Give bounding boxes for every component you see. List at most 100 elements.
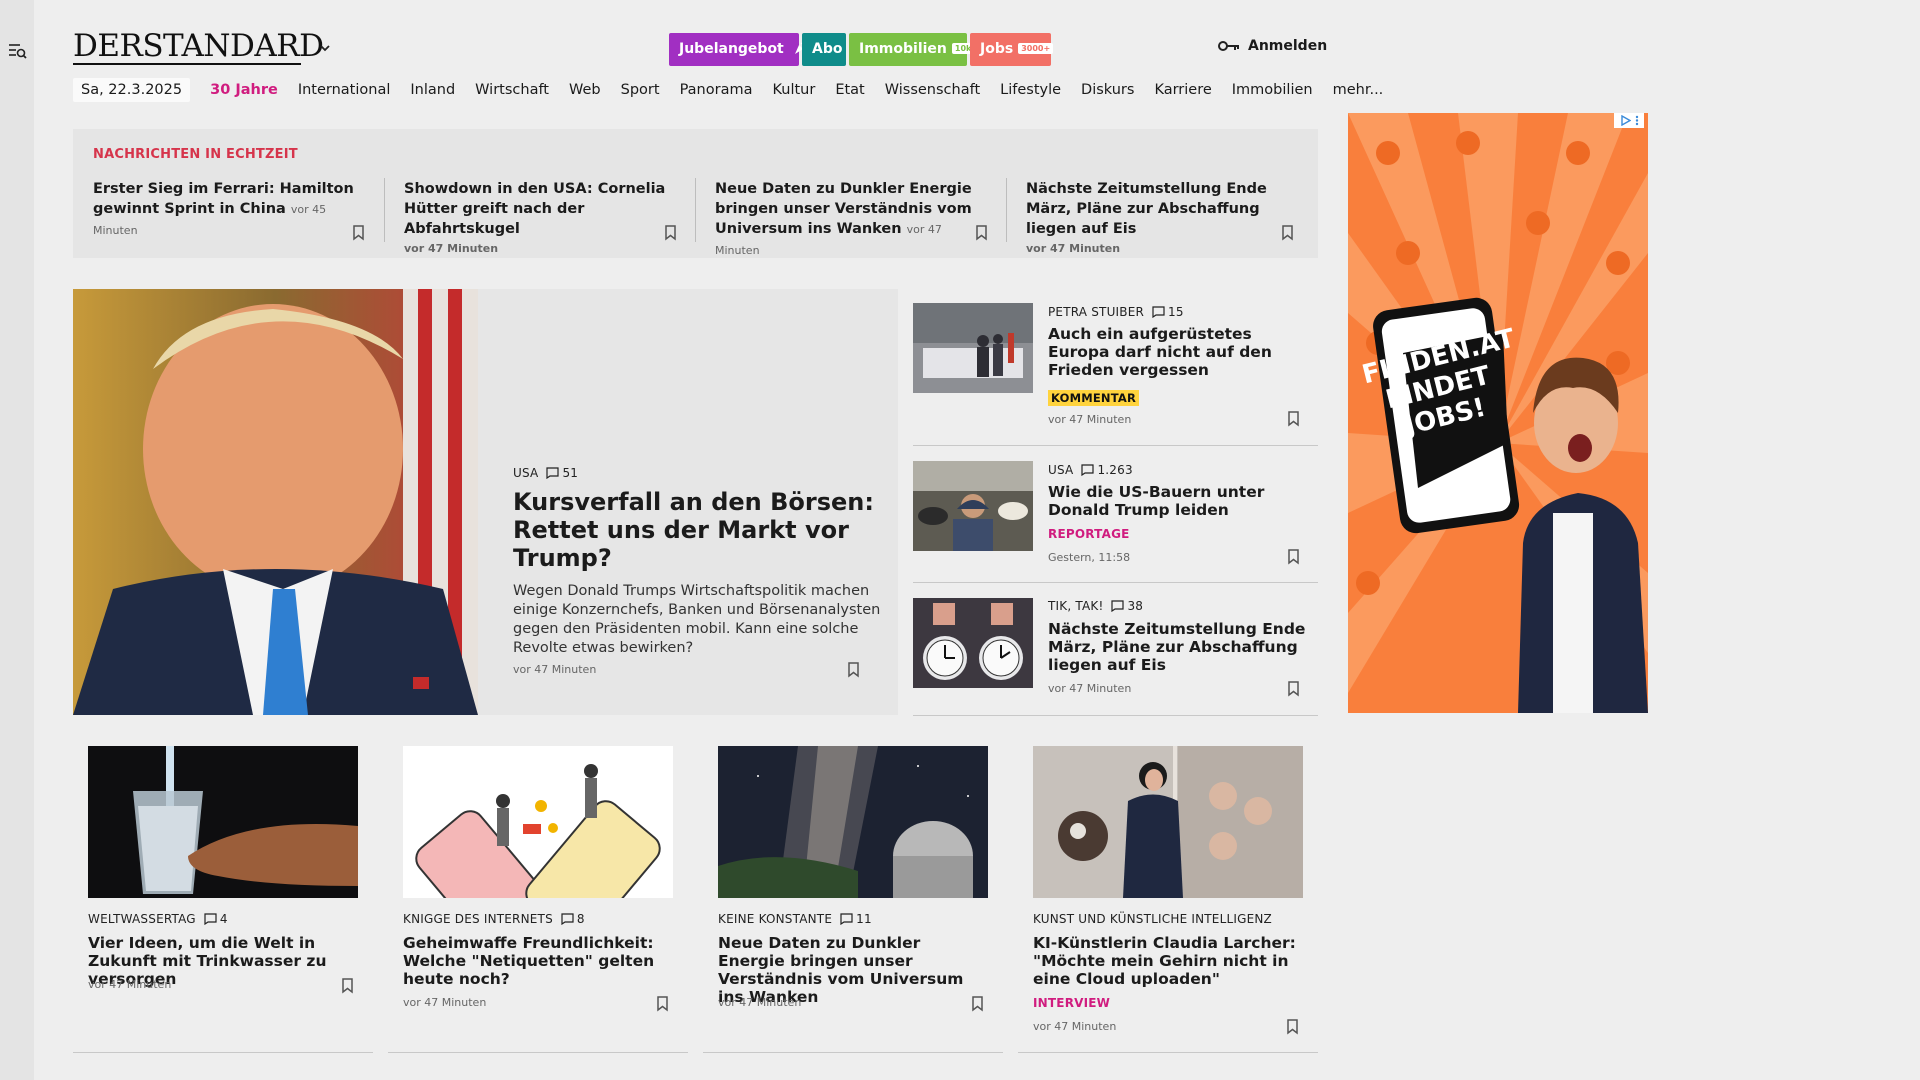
nav-item-immobilien[interactable]: Immobilien (1232, 82, 1313, 98)
realtime-item[interactable]: Showdown in den USA: Cornelia Hütter gre… (404, 179, 674, 259)
hero-time: vor 47 Minuten (513, 663, 597, 676)
promo-label: Abo (812, 41, 843, 57)
nav-item-30-jahre[interactable]: 30 Jahre (210, 82, 278, 98)
divider (695, 178, 696, 242)
card-kicker-label: KUNST UND KÜNSTLICHE INTELLIGENZ (1033, 912, 1272, 926)
comment-count: 1.263 (1097, 463, 1133, 477)
story-title[interactable]: Nächste Zeitumstellung Ende März, Pläne … (1048, 620, 1313, 674)
bookmark-icon[interactable] (1287, 549, 1300, 565)
comment-count: 15 (1168, 305, 1184, 319)
story-kicker: USA 1.263 (1048, 463, 1133, 477)
bookmark-icon[interactable] (847, 662, 860, 678)
card-image[interactable] (1033, 746, 1303, 898)
bookmark-icon[interactable] (341, 978, 354, 994)
nav-item-international[interactable]: International (298, 82, 391, 98)
divider (1018, 1052, 1318, 1053)
realtime-item-title: Nächste Zeitumstellung Ende März, Pläne … (1026, 181, 1267, 237)
hero-kicker: USA 51 (513, 466, 578, 480)
card-image[interactable] (718, 746, 988, 898)
realtime-item[interactable]: Erster Sieg im Ferrari: Hamilton gewinnt… (93, 179, 363, 241)
promo-jobs[interactable]: Jobs 3000+ (970, 33, 1054, 66)
card-time: vor 47 Minuten (403, 996, 487, 1009)
divider (388, 1052, 688, 1053)
ad-choices-badge[interactable] (1614, 113, 1644, 128)
story-image[interactable] (913, 303, 1033, 393)
bookmark-icon[interactable] (971, 996, 984, 1012)
story-title[interactable]: Auch ein aufgerüstetes Europa darf nicht… (1048, 325, 1313, 379)
realtime-item[interactable]: Neue Daten zu Dunkler Energie bringen un… (715, 179, 985, 261)
bookmark-icon[interactable] (1286, 1019, 1299, 1035)
comment-count: 11 (856, 912, 872, 926)
divider (913, 445, 1318, 446)
bookmark-icon[interactable] (656, 996, 669, 1012)
nav-item-inland[interactable]: Inland (410, 82, 455, 98)
story-kicker-label: USA (1048, 463, 1074, 477)
hero-kicker-label: USA (513, 466, 539, 480)
bookmark-icon[interactable] (1287, 681, 1300, 697)
label-reportage: REPORTAGE (1048, 527, 1130, 541)
advertisement-banner[interactable]: FINDEN.AT FINDET JOBS! (1348, 113, 1648, 713)
promo-jubelangebot[interactable]: Jubelangebot (669, 33, 807, 66)
story-title[interactable]: Wie die US-Bauern unter Donald Trump lei… (1048, 483, 1313, 519)
hero-image[interactable] (73, 289, 478, 715)
bookmark-icon[interactable] (1287, 411, 1300, 427)
card-title[interactable]: Geheimwaffe Freundlichkeit: Welche "Neti… (403, 934, 673, 988)
nav-item-sport[interactable]: Sport (621, 82, 660, 98)
nav-item-lifestyle[interactable]: Lifestyle (1000, 82, 1061, 98)
realtime-item[interactable]: Nächste Zeitumstellung Ende März, Pläne … (1026, 179, 1306, 259)
promo-immobilien[interactable]: Immobilien 10k+ (849, 33, 982, 66)
card-kicker: KUNST UND KÜNSTLICHE INTELLIGENZ (1033, 912, 1272, 926)
card-kicker-label: KNIGGE DES INTERNETS (403, 912, 553, 926)
comment-icon (1081, 464, 1095, 477)
promo-abo[interactable]: Abo (802, 33, 846, 66)
story-image[interactable] (913, 461, 1033, 551)
comment-count: 4 (219, 912, 228, 926)
bookmark-icon[interactable] (352, 225, 365, 241)
adchoices-icon (1620, 115, 1631, 126)
comment-icon (1111, 600, 1125, 613)
nav-item-wissenschaft[interactable]: Wissenschaft (885, 82, 980, 98)
story-time: vor 47 Minuten (1048, 682, 1132, 695)
story-label: KOMMENTAR (1048, 387, 1140, 406)
site-logo[interactable]: DERSTANDARD (73, 28, 324, 64)
nav-item-panorama[interactable]: Panorama (680, 82, 753, 98)
nav-item-more[interactable]: mehr... (1333, 82, 1384, 98)
card-image[interactable] (88, 746, 358, 898)
card-time: vor 47 Minuten (88, 978, 172, 991)
comment-icon (546, 467, 560, 480)
comment-count: 8 (576, 912, 585, 926)
comment-icon (840, 913, 853, 926)
nav-item-web[interactable]: Web (569, 82, 601, 98)
divider (384, 178, 385, 242)
comment-count: 38 (1127, 599, 1144, 613)
bookmark-icon[interactable] (1281, 225, 1294, 241)
divider (73, 1052, 373, 1053)
bookmark-icon[interactable] (975, 225, 988, 241)
hero-title[interactable]: Kursverfall an den Börsen: Rettet uns de… (513, 488, 883, 572)
card-kicker-label: KEINE KONSTANTE (718, 912, 833, 926)
nav-item-karriere[interactable]: Karriere (1154, 82, 1211, 98)
card-time: vor 47 Minuten (718, 996, 802, 1009)
login-button[interactable]: Anmelden (1218, 38, 1327, 54)
promo-label: Jubelangebot (679, 41, 784, 57)
bookmark-icon[interactable] (664, 225, 677, 241)
card-image[interactable] (403, 746, 673, 898)
card-time: vor 47 Minuten (1033, 1020, 1117, 1033)
nav-item-etat[interactable]: Etat (835, 82, 864, 98)
story-kicker: PETRA STUIBER 15 (1048, 305, 1184, 319)
card-kicker-label: WELTWASSERTAG (88, 912, 196, 926)
divider (703, 1052, 1003, 1053)
sidebar-search-menu-icon[interactable] (8, 42, 28, 60)
current-date: Sa, 22.3.2025 (73, 78, 191, 102)
login-label: Anmelden (1248, 38, 1328, 54)
story-image[interactable] (913, 598, 1033, 688)
chevron-down-icon[interactable] (317, 40, 333, 56)
realtime-item-time: vor 47 Minuten (404, 242, 499, 255)
nav-item-kultur[interactable]: Kultur (772, 82, 815, 98)
label-interview: INTERVIEW (1033, 996, 1111, 1010)
card-title[interactable]: KI-Künstlerin Claudia Larcher: "Möchte m… (1033, 934, 1303, 988)
story-kicker-label: PETRA STUIBER (1048, 305, 1145, 319)
divider (913, 582, 1318, 583)
nav-item-diskurs[interactable]: Diskurs (1081, 82, 1134, 98)
nav-item-wirtschaft[interactable]: Wirtschaft (475, 82, 549, 98)
